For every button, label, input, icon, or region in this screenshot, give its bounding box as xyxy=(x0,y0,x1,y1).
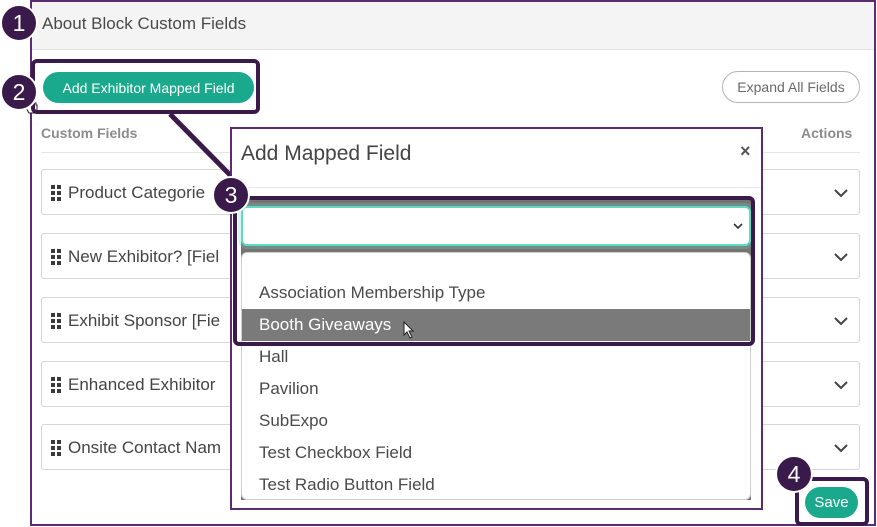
drag-handle-icon[interactable] xyxy=(51,249,61,265)
field-label: Exhibit Sponsor [Fie xyxy=(68,311,221,330)
close-icon[interactable]: × xyxy=(740,141,751,162)
field-label: Enhanced Exhibitor xyxy=(68,375,216,394)
block-title: About Block Custom Fields xyxy=(42,14,247,33)
field-label: Onsite Contact Nam xyxy=(68,438,222,457)
option-pavilion[interactable]: Pavilion xyxy=(242,373,750,405)
actions-column-header: Actions xyxy=(801,125,853,141)
chevron-down-icon[interactable] xyxy=(833,377,849,393)
chevron-down-icon[interactable] xyxy=(833,249,849,265)
step-badge-1: 1 xyxy=(0,4,38,42)
chevron-down-icon[interactable] xyxy=(833,440,849,456)
drag-handle-icon[interactable] xyxy=(51,377,61,393)
field-label: New Exhibitor? [Fiel xyxy=(68,247,220,266)
chevron-down-icon[interactable] xyxy=(833,313,849,329)
chevron-down-icon[interactable] xyxy=(833,185,849,201)
field-label: Product Categorie xyxy=(68,183,206,202)
annotation-highlight-add-button xyxy=(31,59,260,114)
option-test-radio-button-field[interactable]: Test Radio Button Field xyxy=(242,469,750,499)
expand-all-fields-button[interactable]: Expand All Fields xyxy=(722,71,860,103)
step-badge-2: 2 xyxy=(0,73,38,111)
option-test-checkbox-field[interactable]: Test Checkbox Field xyxy=(242,437,750,469)
modal-divider xyxy=(232,187,761,188)
drag-handle-icon[interactable] xyxy=(51,185,61,201)
step-badge-3: 3 xyxy=(212,176,250,214)
drag-handle-icon[interactable] xyxy=(51,440,61,456)
block-header: About Block Custom Fields xyxy=(32,2,874,50)
annotation-highlight-select xyxy=(233,196,755,346)
custom-fields-column-header: Custom Fields xyxy=(41,125,138,141)
option-subexpo[interactable]: SubExpo xyxy=(242,405,750,437)
step-badge-4: 4 xyxy=(775,455,813,493)
modal-title: Add Mapped Field xyxy=(241,142,412,165)
drag-handle-icon[interactable] xyxy=(51,313,61,329)
